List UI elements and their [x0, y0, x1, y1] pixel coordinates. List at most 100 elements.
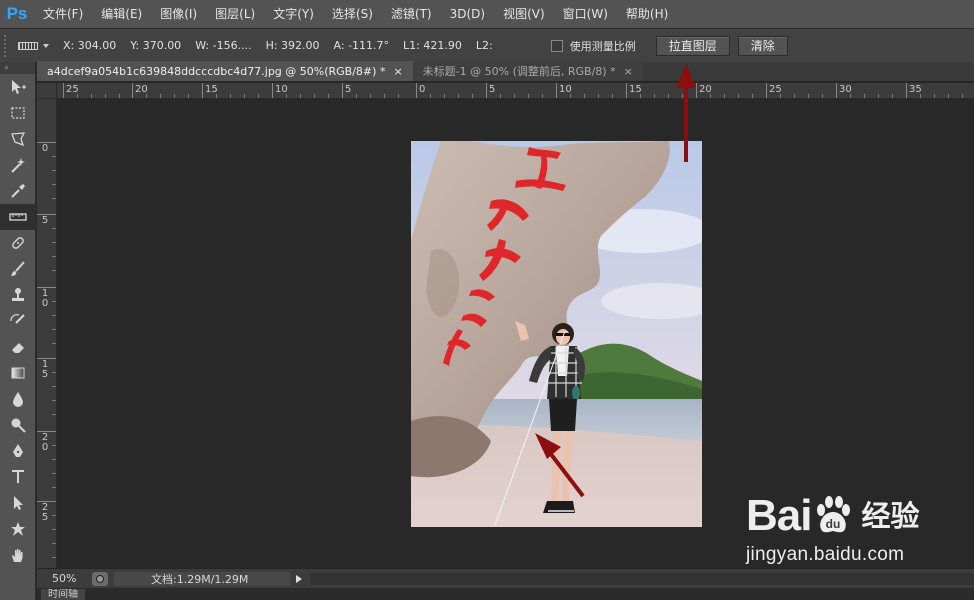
blur-tool-icon[interactable]	[0, 386, 36, 412]
ruler-h-minor-tick	[612, 94, 613, 98]
menu-type[interactable]: 文字(Y)	[264, 0, 323, 28]
x-readout: X: 304.00	[63, 39, 117, 52]
use-measurement-scale-checkbox[interactable]: 使用测量比例	[550, 38, 636, 54]
ruler-h-tick	[556, 83, 557, 98]
ruler-h-minor-tick	[934, 94, 935, 98]
status-options-icon[interactable]	[92, 571, 108, 586]
type-tool-icon[interactable]	[0, 464, 36, 490]
ruler-v-minor-tick	[52, 343, 56, 344]
ruler-h-minor-tick	[356, 94, 357, 98]
menu-window[interactable]: 窗口(W)	[554, 0, 617, 28]
ruler-v-label: 1 0	[41, 288, 49, 309]
ruler-h-minor-tick	[570, 94, 571, 98]
watermark-url: jingyan.baidu.com	[746, 544, 905, 565]
ruler-origin[interactable]	[37, 83, 57, 99]
horizontal-ruler[interactable]: 25 20 15 10 5 0 5 10 15 20 25 30 35	[57, 83, 974, 99]
hand-tool-icon[interactable]	[0, 542, 36, 568]
ruler-h-minor-tick	[216, 94, 217, 98]
lasso-tool-icon[interactable]	[0, 126, 36, 152]
paw-icon: du	[812, 494, 854, 538]
tools-panel: »	[0, 62, 36, 600]
dodge-tool-icon[interactable]	[0, 412, 36, 438]
tool-preset-picker[interactable]	[18, 41, 49, 50]
annotation-arrow-up-icon	[676, 64, 696, 162]
checkbox-box[interactable]	[550, 39, 563, 52]
ruler-h-minor-tick	[258, 94, 259, 98]
menu-edit[interactable]: 编辑(E)	[92, 0, 151, 28]
ruler-v-label: 2 0	[41, 432, 49, 453]
ruler-h-minor-tick	[878, 94, 879, 98]
menu-image[interactable]: 图像(I)	[151, 0, 206, 28]
document-image[interactable]	[411, 141, 702, 527]
tab-document-active[interactable]: a4dcef9a054b1c639848ddcccdbc4d77.jpg @ 5…	[37, 61, 413, 81]
menu-bar: Ps 文件(F) 编辑(E) 图像(I) 图层(L) 文字(Y) 选择(S) 滤…	[0, 0, 974, 28]
ruler-h-minor-tick	[892, 94, 893, 98]
ruler-v-minor-tick	[52, 256, 56, 257]
ruler-h-minor-tick	[514, 94, 515, 98]
ruler-h-minor-tick	[780, 94, 781, 98]
clear-button[interactable]: 清除	[737, 35, 788, 56]
options-bar: X: 304.00 Y: 370.00 W: -156.... H: 392.0…	[0, 28, 974, 62]
magic-wand-icon[interactable]	[0, 152, 36, 178]
close-icon[interactable]: ×	[624, 65, 633, 78]
ruler-h-minor-tick	[962, 94, 963, 98]
menu-select[interactable]: 选择(S)	[323, 0, 382, 28]
ruler-h-tick	[272, 83, 273, 98]
custom-shape-icon[interactable]	[0, 516, 36, 542]
ruler-h-tick	[342, 83, 343, 98]
gradient-tool-icon[interactable]	[0, 360, 36, 386]
clone-stamp-icon[interactable]	[0, 282, 36, 308]
options-grip[interactable]	[4, 34, 12, 57]
marquee-tool-icon[interactable]	[0, 100, 36, 126]
ruler-v-minor-tick	[52, 400, 56, 401]
history-brush-icon[interactable]	[0, 308, 36, 334]
ruler-v-minor-tick	[52, 329, 56, 330]
ruler-h-minor-tick	[640, 94, 641, 98]
ruler-h-minor-tick	[91, 94, 92, 98]
menu-3d[interactable]: 3D(D)	[441, 0, 494, 28]
ruler-h-minor-tick	[542, 94, 543, 98]
tab-title: 未标题-1 @ 50% (调整前后, RGB/8) *	[422, 65, 616, 78]
straighten-layer-button[interactable]: 拉直图层	[655, 35, 730, 56]
ruler-h-minor-tick	[794, 94, 795, 98]
ruler-h-tick	[486, 83, 487, 98]
ruler-h-minor-tick	[77, 94, 78, 98]
tools-panel-collapse[interactable]: »	[0, 62, 35, 74]
ruler-h-tick	[416, 83, 417, 98]
tab-document-untitled[interactable]: 未标题-1 @ 50% (调整前后, RGB/8) * ×	[412, 61, 643, 81]
ruler-v-minor-tick	[52, 315, 56, 316]
ruler-v-minor-tick	[52, 170, 56, 171]
watermark-jingyan: 经验	[861, 499, 920, 533]
play-arrow-icon[interactable]	[292, 572, 306, 586]
ruler-tool-icon[interactable]	[0, 204, 36, 230]
ruler-h-minor-tick	[174, 94, 175, 98]
path-selection-icon[interactable]	[0, 490, 36, 516]
eraser-icon[interactable]	[0, 334, 36, 360]
menu-file[interactable]: 文件(F)	[34, 0, 92, 28]
ruler-h-tick	[202, 83, 203, 98]
ruler-v-minor-tick	[52, 557, 56, 558]
ruler-v-minor-tick	[52, 156, 56, 157]
zoom-level[interactable]: 50%	[37, 572, 92, 585]
ruler-v-minor-tick	[52, 445, 56, 446]
ruler-h-label: 5	[489, 84, 496, 95]
ruler-v-minor-tick	[52, 414, 56, 415]
ruler-v-label: 1 5	[41, 359, 49, 380]
close-icon[interactable]: ×	[393, 65, 402, 78]
menu-filter[interactable]: 滤镜(T)	[382, 0, 441, 28]
menu-help[interactable]: 帮助(H)	[617, 0, 677, 28]
vertical-ruler[interactable]: 0 5 1 0 1 5 2 0 2 5	[37, 99, 57, 568]
tab-timeline[interactable]: 时间轴	[41, 589, 85, 600]
menu-layer[interactable]: 图层(L)	[206, 0, 264, 28]
brush-tool-icon[interactable]	[0, 256, 36, 282]
move-tool-icon[interactable]	[0, 74, 36, 100]
ruler-v-minor-tick	[52, 270, 56, 271]
pen-tool-icon[interactable]	[0, 438, 36, 464]
healing-brush-icon[interactable]	[0, 230, 36, 256]
ruler-h-minor-tick	[598, 94, 599, 98]
ruler-h-minor-tick	[472, 94, 473, 98]
h-readout: H: 392.00	[265, 39, 320, 52]
ruler-h-tick	[766, 83, 767, 98]
eyedropper-icon[interactable]	[0, 178, 36, 204]
menu-view[interactable]: 视图(V)	[494, 0, 554, 28]
